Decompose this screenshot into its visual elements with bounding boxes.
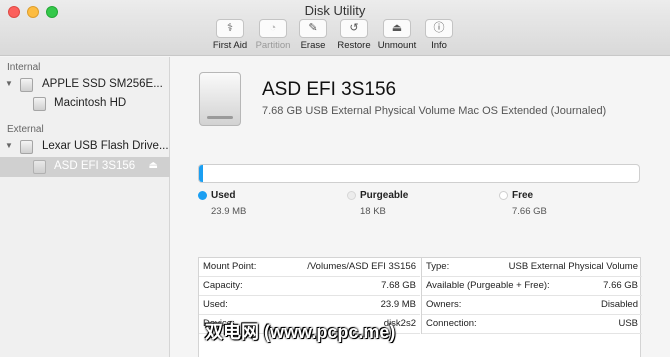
- info-row: Connection: USB: [422, 315, 642, 334]
- free-color-dot: [499, 191, 508, 200]
- stethoscope-icon: ⚕: [216, 19, 244, 38]
- info-icon: ⓘ: [425, 19, 453, 38]
- external-drive-icon: [199, 72, 241, 126]
- used-color-dot: [198, 191, 207, 200]
- sidebar-header-internal: Internal: [7, 62, 41, 73]
- info-key: Owners:: [426, 299, 462, 310]
- usb-drive-icon: [20, 140, 33, 154]
- legend-used-label: Used: [211, 190, 236, 201]
- legend-free-value: 7.66 GB: [512, 206, 547, 217]
- volume-icon: [33, 97, 46, 111]
- legend-purgeable-value: 18 KB: [360, 206, 386, 217]
- sidebar-item-macintosh-hd[interactable]: Macintosh HD: [0, 94, 170, 114]
- sidebar-header-external: External: [7, 124, 44, 135]
- info-value: /Volumes/ASD EFI 3S156: [307, 261, 416, 272]
- info-value: USB External Physical Volume: [508, 261, 638, 272]
- window-title: Disk Utility: [304, 3, 366, 18]
- info-value: Disabled: [601, 299, 638, 310]
- sidebar: Internal ▼ APPLE SSD SM256E... Macintosh…: [0, 57, 170, 357]
- info-key: Mount Point:: [203, 261, 257, 272]
- info-row: Mount Point: /Volumes/ASD EFI 3S156: [199, 258, 420, 277]
- legend-free-label: Free: [512, 190, 534, 201]
- info-row: Used: 23.9 MB: [199, 296, 420, 315]
- info-row: Type: USB External Physical Volume: [422, 258, 642, 277]
- sidebar-item-label: ASD EFI 3S156: [54, 160, 136, 172]
- disclosure-triangle-icon[interactable]: ▼: [5, 141, 13, 150]
- volume-detail-pane: ASD EFI 3S156 7.68 GB USB External Physi…: [171, 57, 670, 357]
- restore-button[interactable]: ↺ Restore: [331, 19, 377, 51]
- erase-label: Erase: [300, 40, 326, 51]
- hard-disk-icon: [20, 78, 33, 92]
- legend-purgeable-label: Purgeable: [360, 190, 409, 201]
- eject-icon[interactable]: ⏏: [149, 160, 158, 171]
- info-row: Capacity: 7.68 GB: [199, 277, 420, 296]
- info-value: 23.9 MB: [380, 299, 416, 310]
- erase-button[interactable]: ✎ Erase: [290, 19, 336, 51]
- info-value: USB: [618, 318, 638, 329]
- info-key: Connection:: [426, 318, 477, 329]
- toolbar: Disk Utility ⚕ First Aid ◔ Partition ✎ E…: [0, 0, 670, 56]
- sidebar-item-external-disk[interactable]: ▼ Lexar USB Flash Drive...: [0, 137, 170, 157]
- first-aid-button[interactable]: ⚕ First Aid: [207, 19, 253, 51]
- disk-utility-window: Disk Utility ⚕ First Aid ◔ Partition ✎ E…: [0, 0, 670, 357]
- unmount-icon: ⏏: [383, 19, 411, 38]
- partition-icon: ◔: [259, 19, 287, 38]
- info-row: Owners: Disabled: [422, 296, 642, 315]
- volume-icon: [33, 160, 46, 174]
- usage-bar-used-fill: [199, 165, 203, 182]
- info-label: Info: [431, 40, 447, 51]
- disclosure-triangle-icon[interactable]: ▼: [5, 79, 13, 88]
- sidebar-item-internal-disk[interactable]: ▼ APPLE SSD SM256E...: [0, 75, 170, 95]
- volume-description: 7.68 GB USB External Physical Volume Mac…: [262, 105, 607, 117]
- restore-label: Restore: [337, 40, 371, 51]
- watermark-text: 双电网 (www.pcpc.me): [205, 322, 396, 342]
- info-key: Capacity:: [203, 280, 243, 291]
- info-key: Type:: [426, 261, 450, 272]
- info-value: 7.66 GB: [603, 280, 638, 291]
- sidebar-item-label: APPLE SSD SM256E...: [42, 78, 163, 90]
- info-row: Available (Purgeable + Free): 7.66 GB: [422, 277, 642, 296]
- first-aid-label: First Aid: [212, 40, 248, 51]
- unmount-label: Unmount: [377, 40, 417, 51]
- purgeable-color-dot: [347, 191, 356, 200]
- volume-name: ASD EFI 3S156: [262, 79, 397, 100]
- info-column-right: Type: USB External Physical Volume Avail…: [421, 258, 642, 334]
- unmount-button[interactable]: ⏏ Unmount: [374, 19, 420, 51]
- info-button[interactable]: ⓘ Info: [416, 19, 462, 51]
- info-key: Available (Purgeable + Free):: [426, 280, 550, 291]
- restore-icon: ↺: [340, 19, 368, 38]
- sidebar-item-label: Macintosh HD: [54, 97, 127, 109]
- sidebar-item-label: Lexar USB Flash Drive...: [42, 140, 169, 152]
- sidebar-item-asd-efi-volume[interactable]: ASD EFI 3S156 ⏏: [0, 157, 170, 177]
- usage-bar: [198, 164, 640, 183]
- erase-icon: ✎: [299, 19, 327, 38]
- info-value: 7.68 GB: [381, 280, 416, 291]
- info-key: Used:: [203, 299, 228, 310]
- legend-used-value: 23.9 MB: [211, 206, 247, 217]
